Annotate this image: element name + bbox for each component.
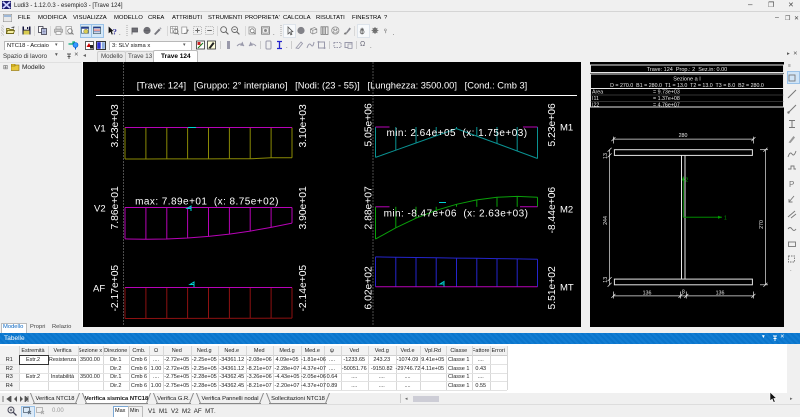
svg-text:-8.44e+06: -8.44e+06 — [547, 186, 558, 233]
svg-text:270: 270 — [759, 220, 765, 229]
svg-text:= 4.76e+07: = 4.76e+07 — [653, 102, 680, 108]
svg-text:min: 2.64e+05 (x: 1.75e+03): min: 2.64e+05 (x: 1.75e+03) — [386, 128, 527, 139]
svg-text:Trave: 124 Prop.: 2 Sez.in:: Trave: 124 Prop.: 2 Sez.in: 0.00 — [647, 66, 728, 72]
svg-text:MT: MT — [560, 282, 574, 293]
svg-text:244: 244 — [603, 216, 609, 225]
svg-text:P: P — [789, 180, 794, 189]
svg-text:136: 136 — [716, 290, 725, 296]
svg-text:2.88e+07: 2.88e+07 — [364, 185, 375, 229]
svg-text:5.05e+06: 5.05e+06 — [364, 102, 375, 146]
svg-text:2: 2 — [686, 177, 689, 183]
svg-text:13: 13 — [603, 153, 609, 159]
svg-text:3.90e+01: 3.90e+01 — [298, 185, 309, 229]
svg-text:-2.17e+05: -2.17e+05 — [110, 264, 121, 311]
svg-text:6.02e+02: 6.02e+02 — [364, 265, 375, 309]
svg-text:M2: M2 — [560, 204, 573, 215]
svg-text:AF: AF — [93, 283, 105, 294]
svg-text:-2.14e+05: -2.14e+05 — [298, 264, 309, 311]
svg-text:?: ? — [113, 26, 117, 36]
svg-text:[Trave: 124] [Gruppo: 2° int: [Trave: 124] [Gruppo: 2° interpiano] [No… — [137, 80, 527, 90]
svg-text:V2: V2 — [94, 203, 106, 214]
svg-text:I22: I22 — [592, 102, 599, 108]
svg-text:max: 7.89e+01 (x: 8.75e+02): max: 7.89e+01 (x: 8.75e+02) — [135, 196, 279, 207]
svg-text:5.51e+02: 5.51e+02 — [547, 265, 558, 309]
svg-text:3.23e+03: 3.23e+03 — [110, 103, 121, 147]
svg-text:8: 8 — [682, 289, 685, 295]
svg-text:min: -8.47e+06 (x: 2.63e+03): min: -8.47e+06 (x: 2.63e+03) — [384, 208, 529, 219]
svg-text:136: 136 — [643, 290, 652, 296]
svg-text:1: 1 — [724, 215, 727, 221]
svg-text:Sezione a I: Sezione a I — [673, 76, 701, 82]
svg-text:D = 270.0 B1 = 280.0 T1 = 13: D = 270.0 B1 = 280.0 T1 = 13.0 T2 = 13.0… — [610, 82, 764, 88]
svg-text:3.10e+03: 3.10e+03 — [298, 103, 309, 147]
svg-text:V1: V1 — [94, 123, 106, 134]
svg-text:M1: M1 — [560, 122, 573, 133]
svg-text:5.23e+06: 5.23e+06 — [547, 102, 558, 146]
svg-text:13: 13 — [603, 276, 609, 282]
svg-text:7.86e+01: 7.86e+01 — [110, 185, 121, 229]
svg-text:280: 280 — [679, 133, 688, 139]
